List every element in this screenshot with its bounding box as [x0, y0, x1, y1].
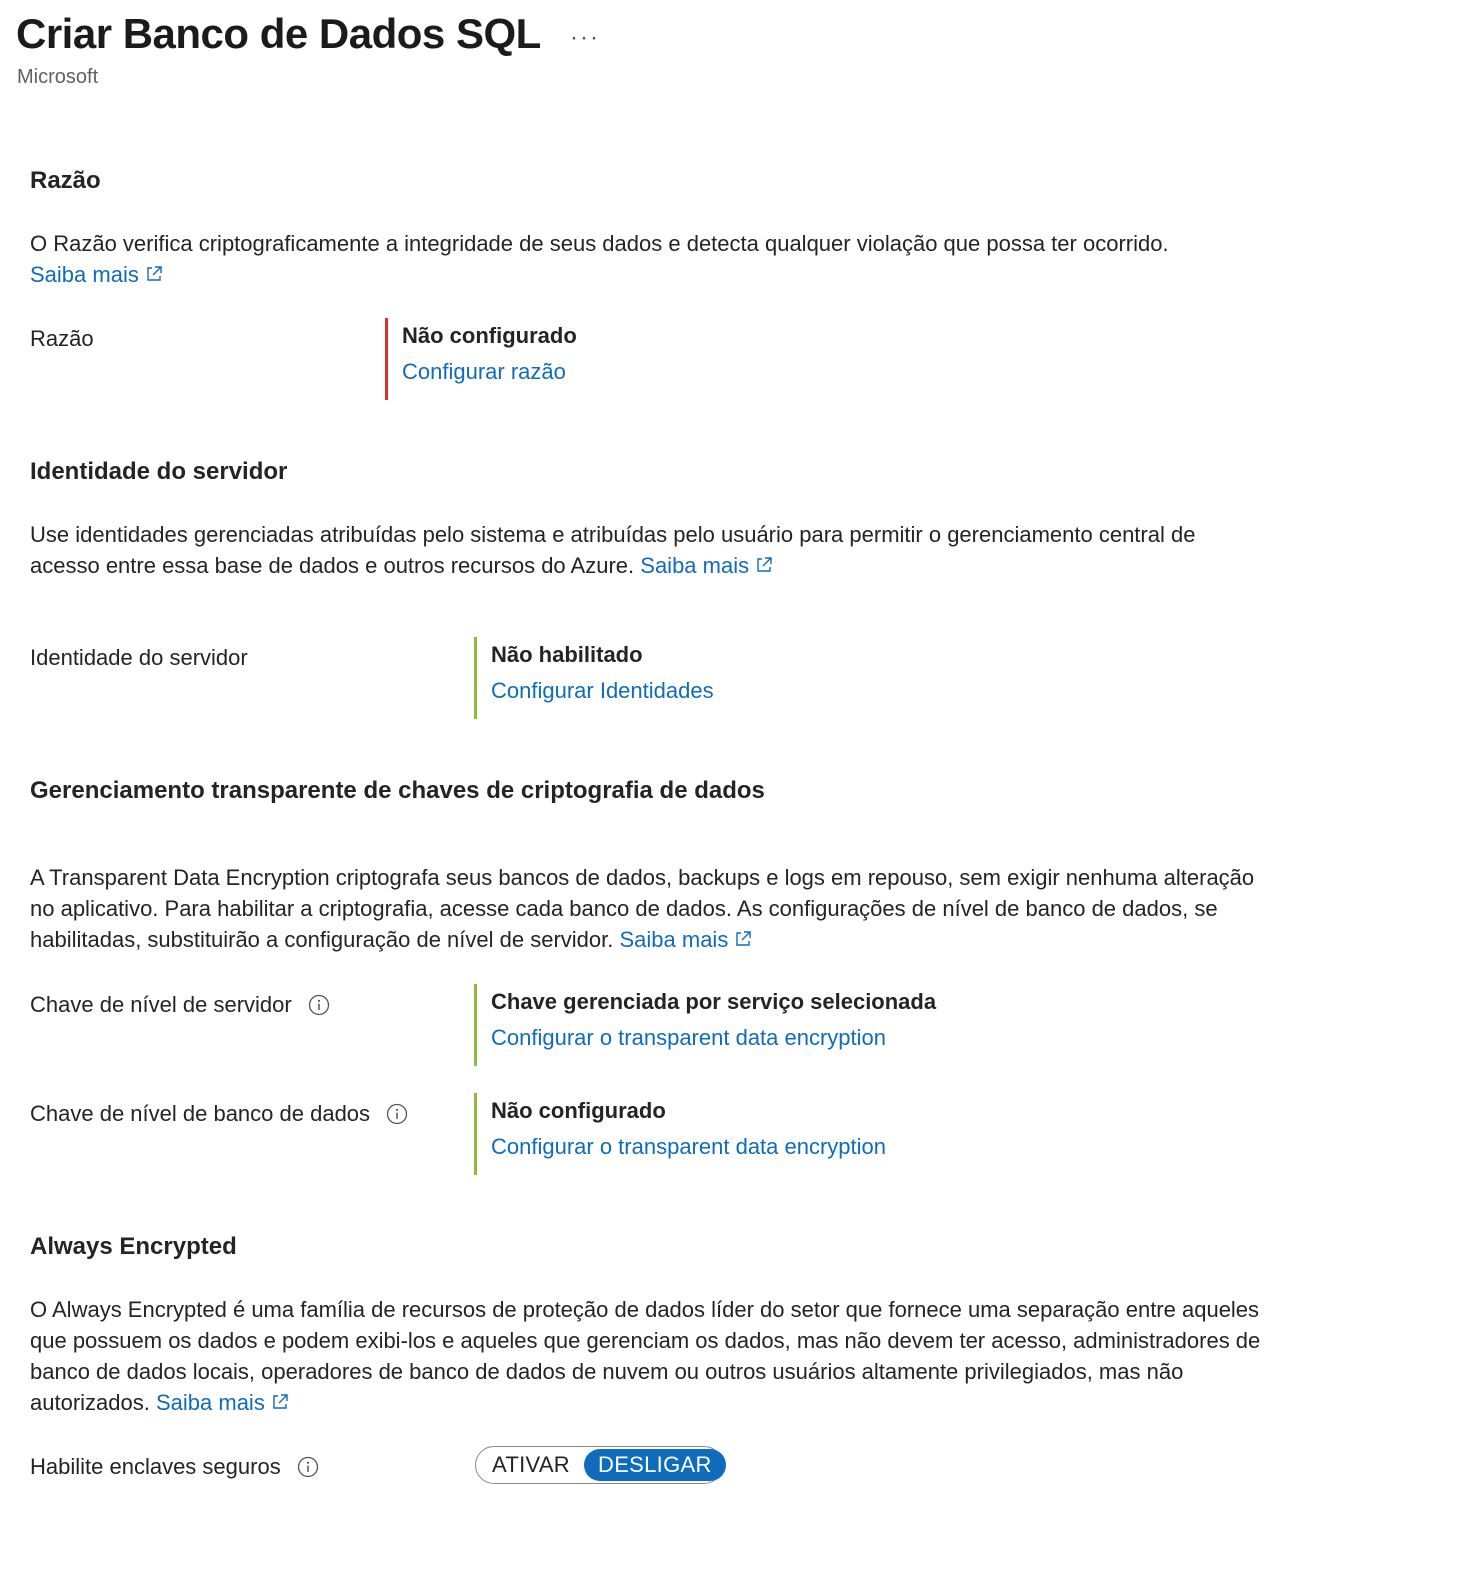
ledger-description: O Razão verifica criptograficamente a in…	[30, 228, 1265, 290]
learn-more-label: Saiba mais	[619, 927, 729, 952]
page-subtitle: Microsoft	[17, 66, 99, 88]
configure-ledger-link[interactable]: Configurar razão	[402, 359, 566, 384]
ledger-learn-more-link[interactable]: Saiba mais	[30, 262, 163, 287]
identity-row-label: Identidade do servidor	[30, 645, 248, 670]
ledger-status-block: Não configurado Configurar razão	[385, 318, 577, 400]
configure-server-tde-link[interactable]: Configurar o transparent data encryption	[491, 1025, 886, 1050]
always-encrypted-description: O Always Encrypted é uma família de recu…	[30, 1294, 1265, 1418]
identity-description-text: Use identidades gerenciadas atribuídas p…	[30, 522, 1196, 578]
configure-db-tde-link[interactable]: Configurar o transparent data encryption	[491, 1134, 886, 1159]
configure-identities-link[interactable]: Configurar Identidades	[491, 678, 714, 703]
external-link-icon	[757, 557, 772, 572]
info-icon[interactable]	[386, 1103, 408, 1125]
secure-enclaves-toggle[interactable]: ATIVAR DESLIGAR	[475, 1446, 726, 1484]
ledger-heading: Razão	[30, 167, 101, 194]
external-link-icon	[147, 266, 162, 281]
always-encrypted-learn-more-link[interactable]: Saiba mais	[156, 1390, 289, 1415]
learn-more-label: Saiba mais	[30, 262, 139, 287]
server-key-status-block: Chave gerenciada por serviço selecionada…	[474, 984, 936, 1066]
ledger-status: Não configurado	[402, 323, 577, 348]
identity-status: Não habilitado	[491, 642, 643, 667]
ledger-description-text: O Razão verifica criptograficamente a in…	[30, 231, 1169, 256]
db-key-label: Chave de nível de banco de dados	[30, 1101, 371, 1126]
db-key-status: Não configurado	[491, 1098, 666, 1123]
tde-description: A Transparent Data Encryption criptograf…	[30, 862, 1265, 955]
info-icon[interactable]	[308, 994, 330, 1016]
ledger-row-label: Razão	[30, 326, 94, 351]
server-key-row-label: Chave de nível de servidor	[30, 992, 330, 1018]
server-key-label: Chave de nível de servidor	[30, 992, 292, 1017]
info-icon[interactable]	[297, 1456, 319, 1478]
identity-heading: Identidade do servidor	[30, 458, 288, 485]
db-key-status-block: Não configurado Configurar o transparent…	[474, 1093, 886, 1175]
learn-more-label: Saiba mais	[155, 1390, 265, 1415]
more-options-button[interactable]: ···	[570, 24, 600, 52]
secure-enclaves-label: Habilite enclaves seguros	[30, 1454, 281, 1479]
tde-learn-more-link[interactable]: Saiba mais	[619, 927, 752, 952]
always-encrypted-heading: Always Encrypted	[30, 1233, 237, 1260]
external-link-icon	[273, 1394, 288, 1409]
page-title: Criar Banco de Dados SQL	[16, 10, 541, 57]
identity-status-block: Não habilitado Configurar Identidades	[474, 637, 714, 719]
external-link-icon	[736, 931, 752, 946]
identity-description: Use identidades gerenciadas atribuídas p…	[30, 519, 1265, 581]
server-key-status: Chave gerenciada por serviço selecionada	[491, 989, 937, 1014]
secure-enclaves-row-label: Habilite enclaves seguros	[30, 1454, 319, 1480]
tde-heading: Gerenciamento transparente de chaves de …	[30, 777, 765, 804]
learn-more-label: Saiba mais	[640, 553, 750, 578]
toggle-on-option[interactable]: ATIVAR	[478, 1449, 584, 1481]
toggle-off-option[interactable]: DESLIGAR	[584, 1449, 726, 1481]
identity-learn-more-link[interactable]: Saiba mais	[640, 553, 773, 578]
db-key-row-label: Chave de nível de banco de dados	[30, 1101, 408, 1127]
